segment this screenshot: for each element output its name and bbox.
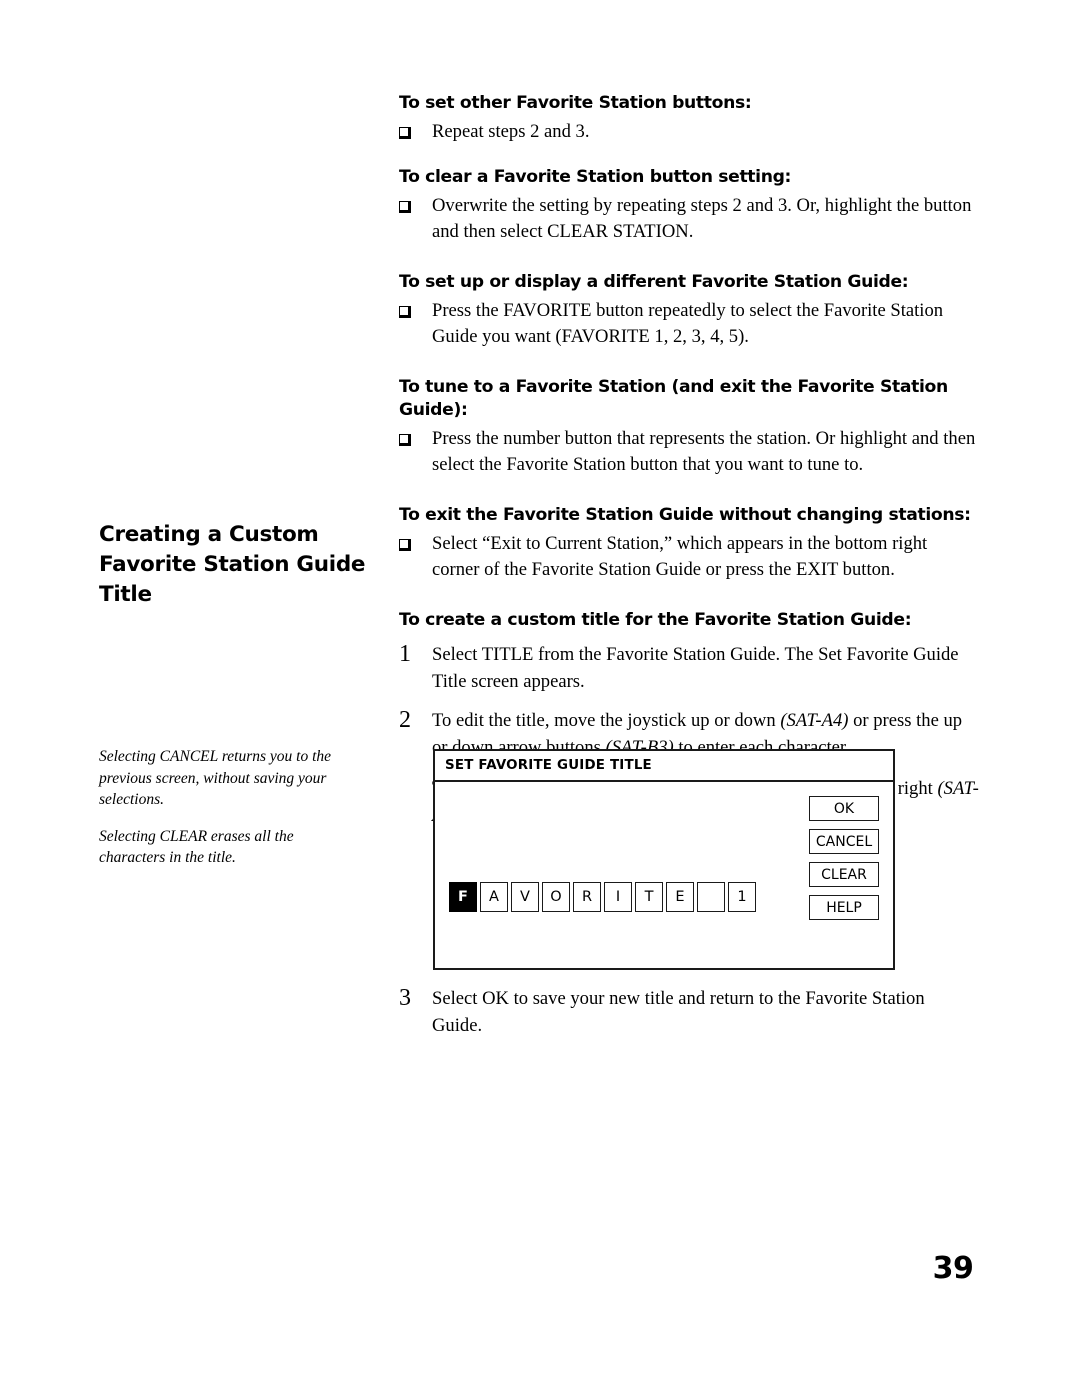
screen-title: SET FAVORITE GUIDE TITLE	[445, 758, 652, 773]
sub-heading-setup-different-guide: To set up or display a different Favorit…	[399, 272, 909, 292]
character-cell[interactable]: V	[511, 882, 539, 912]
bullet-item: Select “Exit to Current Station,” which …	[399, 531, 979, 583]
bullet-text: Overwrite the setting by repeating steps…	[432, 195, 972, 242]
step-number: 2	[399, 707, 411, 733]
character-cell[interactable]: R	[573, 882, 601, 912]
character-cell[interactable]: T	[635, 882, 663, 912]
step-text: Select TITLE from the Favorite Station G…	[432, 644, 959, 692]
help-button[interactable]: HELP	[809, 895, 879, 920]
screen-button-column: OK CANCEL CLEAR HELP	[809, 796, 879, 920]
character-cell[interactable]: F	[449, 882, 477, 912]
step-text-emphasis: (SAT-A4)	[780, 710, 849, 731]
step-text: Select OK to save your new title and ret…	[432, 988, 925, 1036]
manual-page: Creating a Custom Favorite Station Guide…	[0, 0, 1080, 1397]
clear-button[interactable]: CLEAR	[809, 862, 879, 887]
checkbox-bullet-icon	[399, 119, 432, 146]
margin-sidebar: Creating a Custom Favorite Station Guide…	[99, 520, 379, 610]
margin-notes: Selecting CANCEL returns you to the prev…	[99, 746, 357, 884]
sub-heading-tune-to-favorite-station: To tune to a Favorite Station (and exit …	[399, 377, 948, 420]
margin-note: Selecting CANCEL returns you to the prev…	[99, 748, 332, 808]
screen-body: F A V O R I T E 1 OK CANCEL CLEAR HELP	[435, 782, 893, 968]
character-cell[interactable]: A	[480, 882, 508, 912]
step-3-container: 3 Select OK to save your new title and r…	[399, 985, 979, 1049]
title-character-field[interactable]: F A V O R I T E 1	[449, 882, 756, 912]
checkbox-bullet-icon	[399, 531, 432, 558]
bullet-text: Repeat steps 2 and 3.	[432, 121, 590, 142]
character-cell[interactable]: 1	[728, 882, 756, 912]
bullet-text: Press the number button that represents …	[432, 428, 976, 475]
bullet-text: Select “Exit to Current Station,” which …	[432, 533, 928, 580]
step-text-part: To edit the title, move the joystick up …	[432, 710, 781, 731]
character-cell[interactable]: E	[666, 882, 694, 912]
numbered-step: 3 Select OK to save your new title and r…	[399, 985, 979, 1039]
bullet-item: Repeat steps 2 and 3.	[399, 119, 979, 146]
margin-note: Selecting CLEAR erases all the character…	[99, 827, 294, 867]
main-content-column: To set other Favorite Station buttons: R…	[399, 92, 979, 837]
page-number: 39	[932, 1251, 974, 1286]
section-heading: Creating a Custom Favorite Station Guide…	[99, 522, 366, 607]
bullet-item: Press the FAVORITE button repeatedly to …	[399, 298, 979, 350]
sub-heading-create-custom-title: To create a custom title for the Favorit…	[399, 610, 912, 630]
checkbox-bullet-icon	[399, 298, 432, 325]
cancel-button[interactable]: CANCEL	[809, 829, 879, 854]
sub-heading-set-other-buttons: To set other Favorite Station buttons:	[399, 93, 752, 113]
checkbox-bullet-icon	[399, 426, 432, 453]
bullet-item: Overwrite the setting by repeating steps…	[399, 193, 979, 245]
character-cell[interactable]: I	[604, 882, 632, 912]
bullet-text: Press the FAVORITE button repeatedly to …	[432, 300, 944, 347]
sub-heading-exit-without-changing: To exit the Favorite Station Guide witho…	[399, 505, 971, 525]
numbered-step: 1 Select TITLE from the Favorite Station…	[399, 641, 979, 695]
checkbox-bullet-icon	[399, 193, 432, 220]
set-favorite-guide-title-screen: SET FAVORITE GUIDE TITLE F A V O R I T E…	[433, 749, 895, 970]
step-number: 1	[399, 641, 411, 667]
screen-titlebar: SET FAVORITE GUIDE TITLE	[435, 751, 893, 782]
step-number: 3	[399, 985, 411, 1011]
character-cell[interactable]	[697, 882, 725, 912]
bullet-item: Press the number button that represents …	[399, 426, 979, 478]
sub-heading-clear-button-setting: To clear a Favorite Station button setti…	[399, 167, 792, 187]
character-cell[interactable]: O	[542, 882, 570, 912]
ok-button[interactable]: OK	[809, 796, 879, 821]
